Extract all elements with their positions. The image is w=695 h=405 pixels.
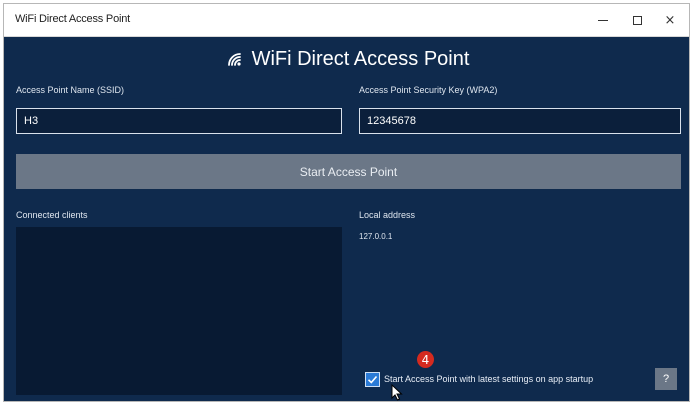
local-address-value: 127.0.0.1 [359, 232, 393, 241]
close-button[interactable]: × [647, 4, 689, 36]
local-address-label: Local address [359, 210, 416, 220]
title-bar: WiFi Direct Access Point × [4, 4, 689, 37]
ssid-input[interactable] [16, 108, 342, 134]
mouse-cursor-icon [391, 384, 403, 401]
security-key-label: Access Point Security Key (WPA2) [359, 85, 498, 95]
app-window: WiFi Direct Access Point × WiFi Direct A… [3, 3, 690, 402]
annotation-marker: 4 [417, 351, 434, 368]
maximize-icon [632, 15, 642, 25]
checkmark-icon [367, 375, 378, 384]
app-header: WiFi Direct Access Point [4, 43, 689, 75]
security-key-input[interactable] [359, 108, 681, 134]
window-title: WiFi Direct Access Point [15, 13, 131, 25]
connected-clients-label: Connected clients [16, 210, 88, 220]
connected-clients-list[interactable] [16, 227, 342, 395]
start-access-point-button[interactable]: Start Access Point [16, 154, 681, 189]
minimize-icon [598, 19, 608, 21]
startup-label: Start Access Point with latest settings … [384, 374, 594, 384]
main-content: WiFi Direct Access Point Access Point Na… [4, 37, 689, 401]
ssid-label: Access Point Name (SSID) [16, 85, 125, 95]
startup-checkbox[interactable] [365, 371, 380, 387]
wifi-icon [227, 53, 241, 66]
close-icon: × [664, 12, 676, 28]
app-title: WiFi Direct Access Point [251, 47, 470, 70]
help-button[interactable]: ? [655, 368, 677, 390]
